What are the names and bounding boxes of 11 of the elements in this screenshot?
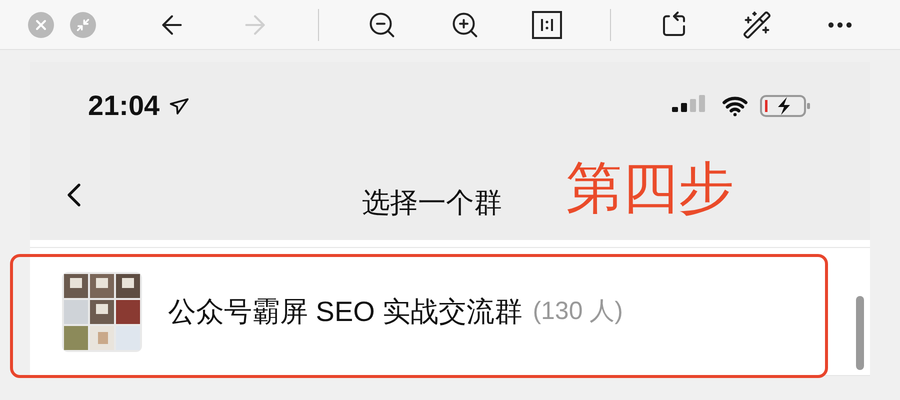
- page-title: 选择一个群: [362, 186, 502, 220]
- more-icon: [828, 22, 852, 28]
- status-time: 21:04: [88, 89, 160, 123]
- group-row[interactable]: 公众号霸屏 SEO 实战交流群 (130 人): [30, 248, 870, 376]
- member-count: (130 人): [532, 296, 624, 327]
- battery-icon: [760, 94, 812, 118]
- enhance-icon: [742, 10, 772, 40]
- step-annotation: 第四步: [566, 160, 734, 216]
- group-name: 公众号霸屏 SEO 实战交流群: [168, 294, 523, 328]
- actual-size-icon: [532, 10, 562, 38]
- arrows-icon: [76, 18, 90, 32]
